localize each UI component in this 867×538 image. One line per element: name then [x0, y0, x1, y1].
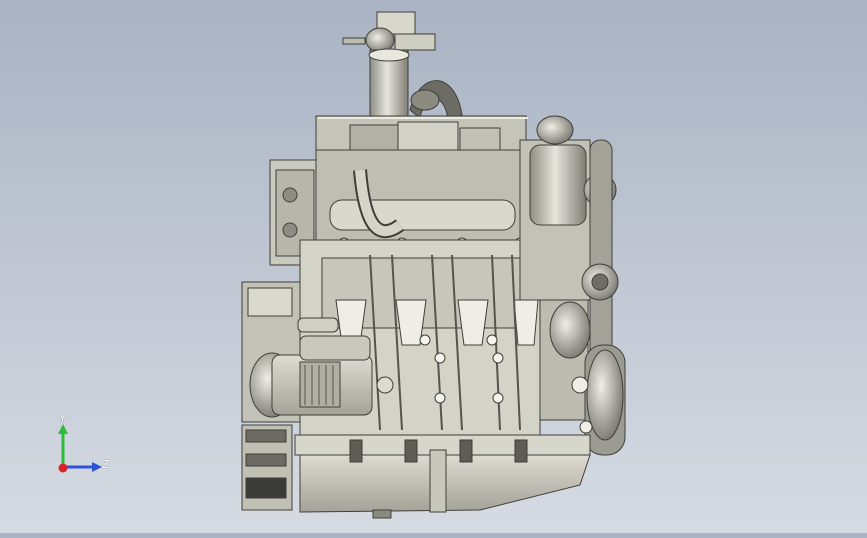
- engine-model[interactable]: [0, 0, 867, 533]
- y-axis-arrowhead: [58, 424, 68, 434]
- z-axis-label: Z: [102, 458, 110, 471]
- engine-body: [241, 11, 626, 519]
- z-axis-arrowhead: [92, 462, 102, 472]
- x-axis-dot: [58, 463, 68, 473]
- y-axis-label: Y: [59, 412, 66, 425]
- coordinate-triad: Y Z: [50, 410, 120, 480]
- 3d-model-viewport[interactable]: [0, 0, 867, 533]
